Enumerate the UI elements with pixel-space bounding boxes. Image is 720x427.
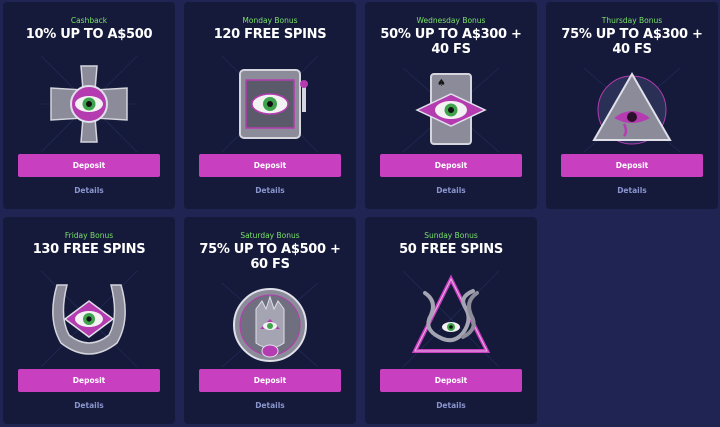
hamsa-coin-eye-icon bbox=[184, 283, 356, 367]
slot-machine-eye-icon bbox=[184, 56, 356, 152]
bonus-title: 120 FREE SPINS bbox=[213, 27, 327, 42]
bonus-subtitle: Cashback bbox=[70, 16, 108, 25]
details-link[interactable]: Details bbox=[184, 401, 356, 410]
bonus-title: 10% UP TO A$500 bbox=[25, 27, 153, 42]
bonus-subtitle: Friday Bonus bbox=[64, 231, 114, 240]
details-link[interactable]: Details bbox=[365, 186, 537, 195]
details-link[interactable]: Details bbox=[546, 186, 718, 195]
bonus-subtitle: Monday Bonus bbox=[242, 16, 298, 25]
details-link[interactable]: Details bbox=[3, 401, 175, 410]
bonus-card-friday: Friday Bonus 130 FREE SPINS Deposit Deta… bbox=[3, 217, 175, 424]
bonus-card-saturday: Saturday Bonus 75% UP TO A$500 + 60 FS D… bbox=[184, 217, 356, 424]
bonus-card-sunday: Sunday Bonus 50 FREE SPINS Deposit Detai… bbox=[365, 217, 537, 424]
bonus-subtitle: Sunday Bonus bbox=[424, 231, 478, 240]
deposit-button[interactable]: Deposit bbox=[199, 369, 341, 392]
bonus-card-wednesday: Wednesday Bonus 50% UP TO A$300 + 40 FS … bbox=[365, 2, 537, 209]
deposit-button[interactable]: Deposit bbox=[199, 154, 341, 177]
snake-triangle-eye-icon bbox=[365, 271, 537, 367]
details-link[interactable]: Details bbox=[184, 186, 356, 195]
bonus-title: 75% UP TO A$500 + 60 FS bbox=[199, 242, 341, 272]
details-link[interactable]: Details bbox=[3, 186, 175, 195]
bonus-subtitle: Wednesday Bonus bbox=[416, 16, 486, 25]
details-link[interactable]: Details bbox=[365, 401, 537, 410]
bonus-subtitle: Thursday Bonus bbox=[601, 16, 663, 25]
bonus-card-monday: Monday Bonus 120 FREE SPINS Deposit Deta… bbox=[184, 2, 356, 209]
pyramid-eye-of-horus-icon bbox=[546, 68, 718, 152]
deposit-button[interactable]: Deposit bbox=[380, 154, 522, 177]
bonus-title: 130 FREE SPINS bbox=[32, 242, 146, 257]
bonus-title: 50% UP TO A$300 + 40 FS bbox=[380, 27, 522, 57]
deposit-button[interactable]: Deposit bbox=[18, 369, 160, 392]
bonus-card-cashback: Cashback 10% UP TO A$500 Deposit Details bbox=[3, 2, 175, 209]
svg-text:♠: ♠ bbox=[437, 78, 446, 89]
horseshoe-eye-icon bbox=[3, 271, 175, 367]
deposit-button[interactable]: Deposit bbox=[18, 154, 160, 177]
deposit-button[interactable]: Deposit bbox=[561, 154, 703, 177]
bonus-subtitle: Saturday Bonus bbox=[240, 231, 300, 240]
bonus-title: 75% UP TO A$300 + 40 FS bbox=[561, 27, 703, 57]
bonus-card-thursday: Thursday Bonus 75% UP TO A$300 + 40 FS D… bbox=[546, 2, 718, 209]
deposit-button[interactable]: Deposit bbox=[380, 369, 522, 392]
bonus-title: 50 FREE SPINS bbox=[399, 242, 503, 257]
celtic-cross-eye-icon bbox=[3, 56, 175, 152]
card-eye-icon: ♠ bbox=[365, 68, 537, 152]
